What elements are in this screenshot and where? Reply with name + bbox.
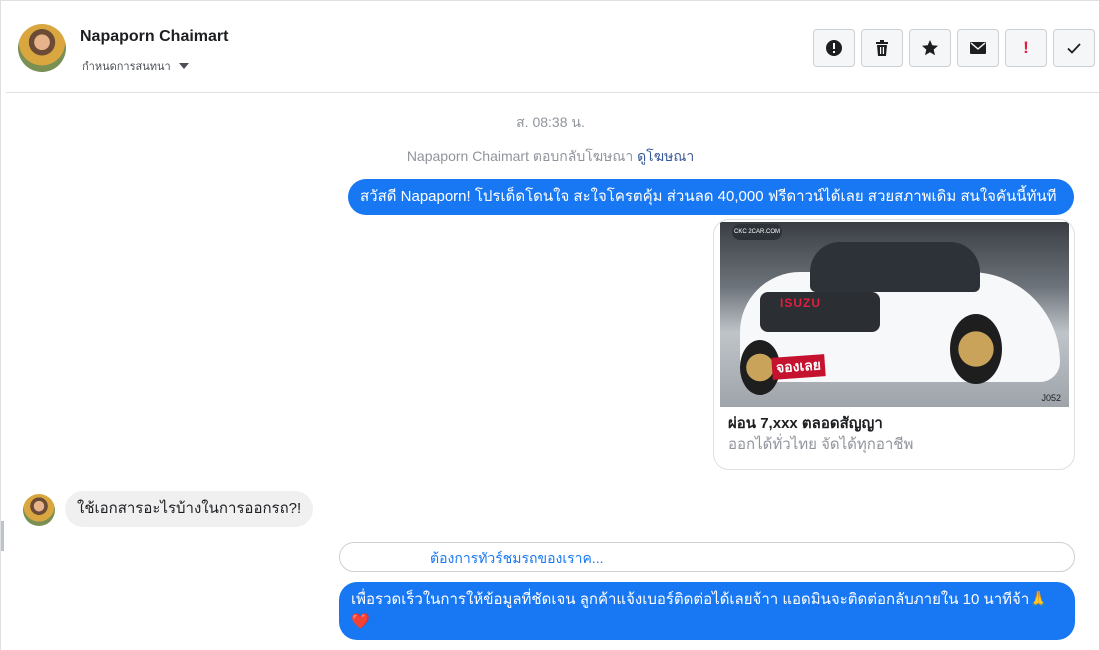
car-wheel-shape — [950, 314, 1002, 384]
car-windshield-shape — [810, 242, 980, 292]
envelope-icon — [970, 42, 986, 54]
mark-spam-button[interactable] — [813, 29, 855, 67]
assign-conversation-label: กำหนดการสนทนา — [82, 61, 171, 73]
message-timestamp: ส. 08:38 น. — [516, 114, 585, 130]
listing-code: J052 — [1041, 393, 1061, 403]
ad-subtitle: ออกได้ทั่วไทย จัดได้ทุกอาชีพ — [728, 436, 914, 453]
contact-name[interactable]: Napaporn Chaimart — [80, 28, 228, 46]
pane-resize-handle[interactable] — [1, 521, 4, 551]
star-icon — [922, 40, 938, 56]
car-brand-text: ISUZU — [780, 296, 821, 310]
quick-reply-text: ต้องการทัวร์ชมรถของเราค... — [430, 550, 604, 566]
dealer-logo: CKC 2CAR.COM — [732, 224, 782, 240]
mark-done-button[interactable] — [1053, 29, 1095, 67]
contact-avatar[interactable] — [18, 24, 66, 72]
follow-up-button[interactable]: ! — [1005, 29, 1047, 67]
trash-icon — [876, 40, 888, 56]
messenger-conversation-pane: Napaporn Chaimart กำหนดการสนทนา ! ส. 08:… — [0, 0, 1099, 650]
outgoing-message-bubble[interactable]: เพื่อรวดเร็วในการให้ข้อมูลที่ชัดเจน ลูกค… — [339, 582, 1075, 640]
contact-avatar-small[interactable] — [23, 494, 55, 526]
ad-image: CKC 2CAR.COM ISUZU จองเลย J052 — [720, 222, 1069, 407]
conversation-actions-toolbar: ! — [813, 29, 1095, 67]
assign-conversation-dropdown[interactable]: กำหนดการสนทนา — [82, 57, 189, 75]
ad-reply-note: Napaporn Chaimart ตอบกลับโฆษณา ดูโฆษณา — [1, 146, 1099, 168]
conversation-header: Napaporn Chaimart กำหนดการสนทนา ! — [6, 4, 1099, 93]
checkmark-icon — [1067, 43, 1081, 54]
ad-reply-note-text: Napaporn Chaimart ตอบกลับโฆษณา — [406, 148, 634, 164]
delete-button[interactable] — [861, 29, 903, 67]
outgoing-message-bubble[interactable]: สวัสดี Napaporn! โปรเด็ดโดนใจ สะใจโครตคุ… — [348, 179, 1074, 215]
view-ad-link[interactable]: ดูโฆษณา — [637, 148, 694, 164]
alert-icon — [826, 40, 842, 56]
quick-reply-message[interactable]: ต้องการทัวร์ชมรถของเราค... — [339, 542, 1075, 572]
incoming-message-bubble[interactable]: ใช้เอกสารอะไรบ้างในการออกรถ?! — [65, 491, 314, 527]
book-now-stamp: จองเลย — [771, 354, 826, 380]
exclamation-icon: ! — [1023, 38, 1029, 57]
ad-card[interactable]: CKC 2CAR.COM ISUZU จองเลย J052 ผ่อน 7,xx… — [713, 219, 1075, 470]
star-button[interactable] — [909, 29, 951, 67]
chevron-down-icon — [178, 63, 189, 69]
mark-unread-button[interactable] — [957, 29, 999, 67]
